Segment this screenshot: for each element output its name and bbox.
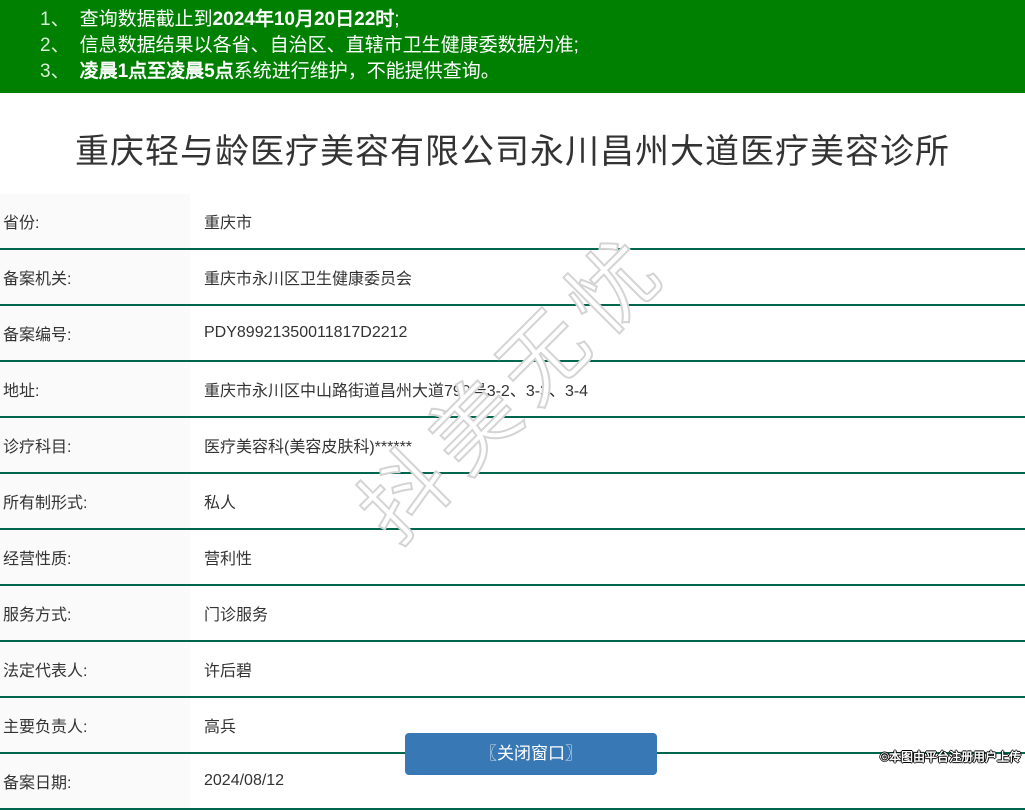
field-label: 服务方式: (0, 585, 190, 642)
table-row-service-mode: 服务方式: 门诊服务 (0, 585, 1025, 642)
field-value: 重庆市永川区卫生健康委员会 (190, 249, 1025, 306)
table-row-province: 省份: 重庆市 (0, 194, 1025, 250)
field-value: 重庆市 (190, 194, 1025, 250)
table-row-legal-representative: 法定代表人: 许后碧 (0, 641, 1025, 698)
field-label: 地址: (0, 361, 190, 418)
notice-text-3-suffix: 系统进行维护，不能提供查询。 (233, 61, 500, 82)
field-value: 重庆市永川区中山路街道昌州大道799号3-2、3-3、3-4 (190, 361, 1025, 418)
notice-line-3: 3、 凌晨1点至凌晨5点系统进行维护，不能提供查询。 (0, 59, 1025, 85)
notice-text-1-prefix: 查询数据截止到 (79, 9, 213, 30)
field-label: 备案日期: (0, 753, 190, 810)
table-row-filing-authority: 备案机关: 重庆市永川区卫生健康委员会 (0, 249, 1025, 306)
field-label: 省份: (0, 194, 190, 250)
table-row-address: 地址: 重庆市永川区中山路街道昌州大道799号3-2、3-3、3-4 (0, 361, 1025, 418)
notice-text-1-suffix: ; (394, 9, 400, 30)
field-label: 所有制形式: (0, 473, 190, 530)
field-label: 法定代表人: (0, 641, 190, 698)
field-label: 备案编号: (0, 305, 190, 362)
field-value: 私人 (190, 473, 1025, 530)
notice-text-1-bold: 2024年10月20日22时 (212, 9, 395, 30)
page-title: 重庆轻与龄医疗美容有限公司永川昌州大道医疗美容诊所 (75, 133, 950, 171)
field-value: 医疗美容科(美容皮肤科)****** (190, 417, 1025, 474)
notice-text-2-prefix: 信息数据结果以各省、自治区、直辖市卫生健康委数据为准; (79, 35, 579, 56)
notice-line-1: 1、 查询数据截止到2024年10月20日22时; (0, 7, 1025, 33)
notice-number-1: 1、 (40, 9, 70, 30)
clinic-info-table: 省份: 重庆市 备案机关: 重庆市永川区卫生健康委员会 备案编号: PDY899… (0, 194, 1025, 810)
table-row-filing-number: 备案编号: PDY89921350011817D2212 (0, 305, 1025, 362)
notice-number-3: 3、 (40, 61, 70, 82)
field-label: 诊疗科目: (0, 417, 190, 474)
field-label: 备案机关: (0, 249, 190, 306)
table-row-business-nature: 经营性质: 营利性 (0, 529, 1025, 586)
field-value: 门诊服务 (190, 585, 1025, 642)
field-value: PDY89921350011817D2212 (190, 305, 1025, 362)
notice-text-3-bold: 凌晨1点至凌晨5点 (79, 61, 234, 82)
notice-number-2: 2、 (40, 35, 70, 56)
notice-banner: 1、 查询数据截止到2024年10月20日22时; 2、 信息数据结果以各省、自治区… (0, 0, 1025, 93)
field-value: 许后碧 (190, 641, 1025, 698)
copyright-watermark: ©本图由平台注册用户上传 (880, 750, 1021, 764)
field-label: 主要负责人: (0, 697, 190, 754)
table-row-ownership-type: 所有制形式: 私人 (0, 473, 1025, 530)
table-row-treatment-subjects: 诊疗科目: 医疗美容科(美容皮肤科)****** (0, 417, 1025, 474)
field-label: 经营性质: (0, 529, 190, 586)
field-value: 营利性 (190, 529, 1025, 586)
notice-line-2: 2、 信息数据结果以各省、自治区、直辖市卫生健康委数据为准; (0, 33, 1025, 59)
close-window-button[interactable]: 〖关闭窗口〗 (405, 733, 657, 775)
